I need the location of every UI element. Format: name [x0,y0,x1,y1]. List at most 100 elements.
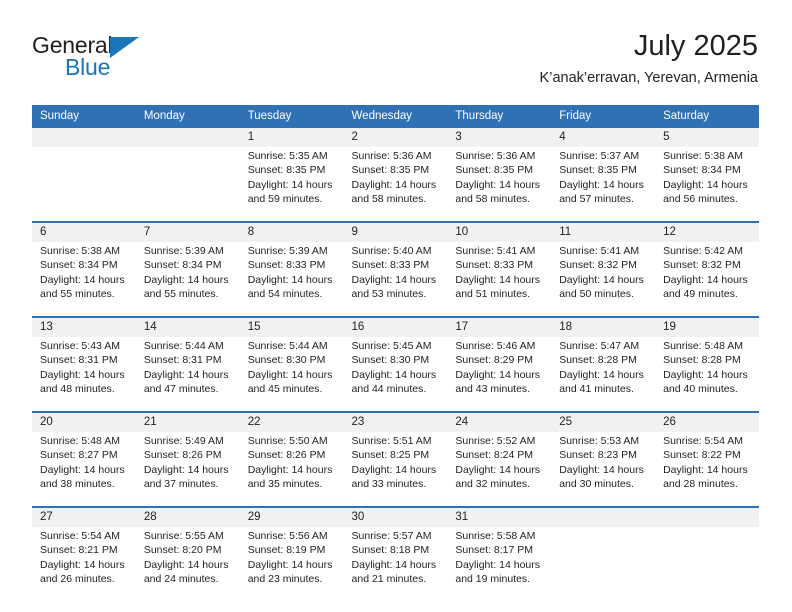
sunset-text: Sunset: 8:26 PM [143,449,222,462]
sunrise-text: Sunrise: 5:57 AM [351,530,432,542]
sunset-text: Sunset: 8:29 PM [455,354,534,367]
daylight-text-line1: Daylight: 14 hours [40,368,125,381]
sunrise-text: Sunrise: 5:39 AM [143,245,224,257]
daylight-text-line1: Daylight: 14 hours [247,368,333,381]
sunset-text: Sunset: 8:24 PM [455,449,534,462]
day-number: 3 [447,128,552,147]
daylight-text-line2: and 57 minutes. [559,193,634,206]
logo-triangle-icon [110,37,139,58]
daylight-text-line2: and 28 minutes. [663,478,738,491]
daylight-text-line1: Daylight: 14 hours [455,368,541,381]
sunrise-text: Sunrise: 5:49 AM [143,435,224,447]
sunset-text: Sunset: 8:20 PM [143,544,222,557]
day-cell: Sunrise: 5:42 AM Sunset: 8:32 PM Dayligh… [655,242,759,317]
daylight-text-line2: and 38 minutes. [40,478,115,491]
sunset-text: Sunset: 8:32 PM [663,259,741,272]
day-cell: Sunrise: 5:37 AM Sunset: 8:35 PM Dayligh… [551,147,656,222]
daylight-text-line1: Daylight: 14 hours [247,178,333,191]
daylight-text-line2: and 40 minutes. [663,383,738,396]
sunrise-text: Sunrise: 5:50 AM [247,435,328,447]
sunrise-text: Sunrise: 5:58 AM [455,530,536,542]
sunrise-text: Sunrise: 5:38 AM [40,245,120,257]
day-cell: Sunrise: 5:49 AM Sunset: 8:26 PM Dayligh… [135,432,240,507]
sunrise-text: Sunrise: 5:45 AM [351,340,432,352]
day-number: 6 [32,221,136,242]
week-date-row: 20 21 22 23 24 25 26 [32,411,759,432]
weekday-header-wednesday: Wednesday [343,105,448,128]
day-cell: Sunrise: 5:36 AM Sunset: 8:35 PM Dayligh… [447,147,552,222]
sunrise-text: Sunrise: 5:47 AM [559,340,640,352]
calendar-page: General Blue July 2025 K’anak’erravan, Y… [0,0,792,612]
daylight-text-line2: and 55 minutes. [143,288,219,301]
day-number: 10 [447,221,552,242]
daylight-text-line2: and 48 minutes. [40,383,115,396]
day-cell: Sunrise: 5:57 AM Sunset: 8:18 PM Dayligh… [343,527,448,601]
day-cell: Sunrise: 5:38 AM Sunset: 8:34 PM Dayligh… [32,242,136,317]
day-cell: Sunrise: 5:52 AM Sunset: 8:24 PM Dayligh… [447,432,552,507]
daylight-text-line2: and 37 minutes. [143,478,219,491]
daylight-text-line2: and 23 minutes. [247,573,323,586]
daylight-text-line1: Daylight: 14 hours [247,558,333,571]
daylight-text-line1: Daylight: 14 hours [559,368,644,381]
daylight-text-line2: and 45 minutes. [247,383,323,396]
day-number: 11 [551,221,656,242]
weekday-header-thursday: Thursday [447,105,552,128]
day-number: 24 [447,411,552,432]
day-number: 2 [343,128,448,147]
sunset-text: Sunset: 8:28 PM [559,354,637,367]
daylight-text-line1: Daylight: 14 hours [143,463,229,476]
daylight-text-line2: and 53 minutes. [351,288,427,301]
daylight-text-line2: and 47 minutes. [143,383,219,396]
daylight-text-line2: and 30 minutes. [559,478,634,491]
sunset-text: Sunset: 8:17 PM [455,544,534,557]
daylight-text-line1: Daylight: 14 hours [143,558,229,571]
day-cell [32,147,136,222]
daylight-text-line2: and 58 minutes. [351,193,427,206]
day-cell [655,527,759,601]
day-number: 29 [239,506,344,527]
generalblue-logo: General Blue [32,32,232,88]
day-cell: Sunrise: 5:50 AM Sunset: 8:26 PM Dayligh… [239,432,344,507]
day-cell: Sunrise: 5:48 AM Sunset: 8:28 PM Dayligh… [655,337,759,412]
day-cell: Sunrise: 5:39 AM Sunset: 8:33 PM Dayligh… [239,242,344,317]
day-cell: Sunrise: 5:46 AM Sunset: 8:29 PM Dayligh… [447,337,552,412]
day-cell: Sunrise: 5:56 AM Sunset: 8:19 PM Dayligh… [239,527,344,601]
daylight-text-line2: and 43 minutes. [455,383,531,396]
day-number: 27 [32,506,136,527]
sunrise-text: Sunrise: 5:41 AM [559,245,640,257]
daylight-text-line1: Daylight: 14 hours [455,463,541,476]
sunrise-text: Sunrise: 5:51 AM [351,435,432,447]
sunrise-text: Sunrise: 5:38 AM [663,150,744,162]
sunrise-text: Sunrise: 5:48 AM [40,435,120,447]
logo-text-blue: Blue [65,54,111,80]
day-cell: Sunrise: 5:54 AM Sunset: 8:22 PM Dayligh… [655,432,759,507]
daylight-text-line1: Daylight: 14 hours [351,368,437,381]
sunset-text: Sunset: 8:21 PM [40,544,118,557]
day-cell: Sunrise: 5:41 AM Sunset: 8:33 PM Dayligh… [447,242,552,317]
daylight-text-line1: Daylight: 14 hours [40,558,125,571]
daylight-text-line1: Daylight: 14 hours [559,178,644,191]
day-cell: Sunrise: 5:54 AM Sunset: 8:21 PM Dayligh… [32,527,136,601]
daylight-text-line2: and 49 minutes. [663,288,738,301]
week-date-row: 27 28 29 30 31 [32,506,759,527]
daylight-text-line1: Daylight: 14 hours [40,273,125,286]
day-number: 28 [135,506,240,527]
daylight-text-line1: Daylight: 14 hours [663,273,748,286]
sunrise-text: Sunrise: 5:48 AM [663,340,744,352]
sunset-text: Sunset: 8:27 PM [40,449,118,462]
location-subtitle: K’anak’erravan, Yerevan, Armenia [539,70,758,86]
day-number: 31 [447,506,552,527]
daylight-text-line1: Daylight: 14 hours [559,273,644,286]
sunset-text: Sunset: 8:34 PM [40,259,118,272]
daylight-text-line1: Daylight: 14 hours [663,463,748,476]
sunset-text: Sunset: 8:35 PM [455,164,534,177]
daylight-text-line2: and 35 minutes. [247,478,323,491]
day-cell: Sunrise: 5:41 AM Sunset: 8:32 PM Dayligh… [551,242,656,317]
sunrise-text: Sunrise: 5:46 AM [455,340,536,352]
daylight-text-line2: and 33 minutes. [351,478,427,491]
day-cell [135,147,240,222]
calendar-grid: Sunday Monday Tuesday Wednesday Thursday… [32,105,759,601]
day-cell [551,527,656,601]
sunset-text: Sunset: 8:35 PM [559,164,637,177]
day-cell: Sunrise: 5:44 AM Sunset: 8:31 PM Dayligh… [135,337,240,412]
